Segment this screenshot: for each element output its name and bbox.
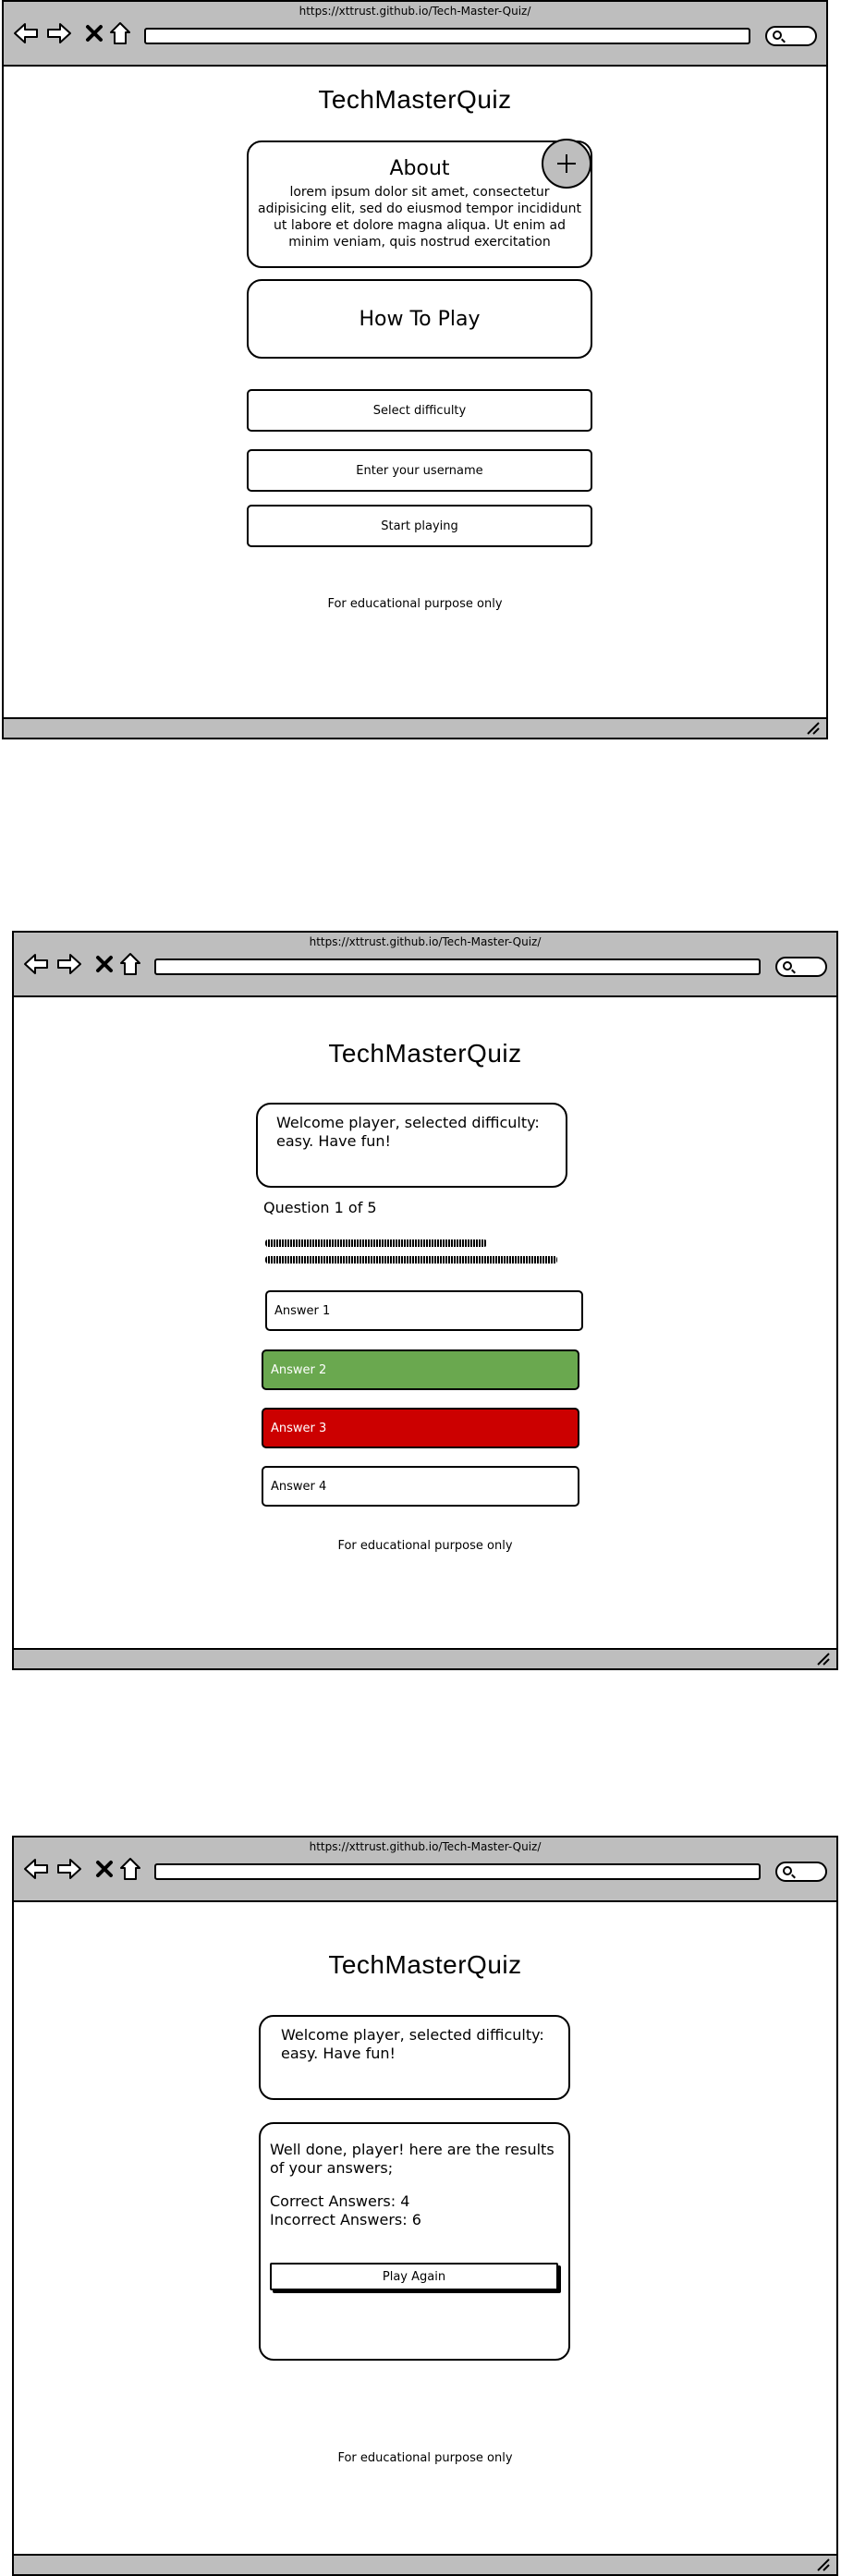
browser-window-quiz: https://xttrust.github.io/Tech-Master-Qu… (12, 931, 838, 1670)
browser-toolbar: https://xttrust.github.io/Tech-Master-Qu… (14, 1837, 836, 1902)
home-icon[interactable] (107, 20, 133, 46)
answer-option-4[interactable]: Answer 4 (262, 1466, 579, 1507)
results-card: Well done, player! here are the results … (259, 2122, 570, 2361)
address-bar[interactable] (144, 28, 750, 44)
results-intro: Well done, player! here are the results … (270, 2141, 555, 2177)
close-icon[interactable] (81, 20, 107, 46)
browser-search[interactable] (765, 26, 817, 46)
forward-arrow-icon[interactable] (46, 20, 72, 46)
about-card: About lorem ipsum dolor sit amet, consec… (247, 140, 592, 268)
resize-grip-icon[interactable] (816, 1653, 831, 1666)
correct-answers-count: Correct Answers: 4 (270, 2192, 410, 2210)
page-title: TechMasterQuiz (328, 1039, 522, 1068)
url-text: https://xttrust.github.io/Tech-Master-Qu… (299, 5, 531, 18)
search-icon (773, 31, 782, 40)
browser-statusbar (4, 717, 826, 738)
welcome-card: Welcome player, selected difficulty: eas… (256, 1103, 567, 1188)
search-icon (783, 1866, 792, 1875)
home-icon[interactable] (117, 1856, 143, 1882)
question-counter: Question 1 of 5 (263, 1199, 377, 1216)
about-text: lorem ipsum dolor sit amet, consectetur … (258, 185, 581, 250)
answer-option-1[interactable]: Answer 1 (265, 1290, 583, 1331)
browser-search[interactable] (775, 957, 827, 977)
close-icon[interactable] (91, 1856, 117, 1882)
start-playing-button[interactable]: Start playing (247, 505, 592, 547)
answer-option-2-correct[interactable]: Answer 2 (262, 1349, 579, 1390)
about-title: About (389, 157, 450, 180)
address-bar[interactable] (154, 958, 761, 975)
page-title: TechMasterQuiz (318, 85, 512, 114)
browser-toolbar: https://xttrust.github.io/Tech-Master-Qu… (4, 2, 826, 67)
page-title: TechMasterQuiz (328, 1950, 522, 1979)
plus-icon (557, 154, 576, 173)
browser-window-home: https://xttrust.github.io/Tech-Master-Qu… (2, 0, 828, 739)
welcome-text: Welcome player, selected difficulty: eas… (276, 1114, 540, 1150)
back-arrow-icon[interactable] (23, 951, 49, 977)
answer-option-3-wrong[interactable]: Answer 3 (262, 1408, 579, 1448)
forward-arrow-icon[interactable] (56, 951, 82, 977)
how-to-play-label: How To Play (359, 307, 481, 331)
back-arrow-icon[interactable] (13, 20, 39, 46)
welcome-text: Welcome player, selected difficulty: eas… (281, 2026, 544, 2062)
footer-text: For educational purpose only (337, 2451, 513, 2465)
home-icon[interactable] (117, 951, 143, 977)
incorrect-answers-count: Incorrect Answers: 6 (270, 2211, 421, 2228)
address-bar[interactable] (154, 1863, 761, 1880)
resize-grip-icon[interactable] (816, 2558, 831, 2571)
browser-window-results: https://xttrust.github.io/Tech-Master-Qu… (12, 1836, 838, 2576)
expand-about-button[interactable] (542, 139, 591, 189)
close-icon[interactable] (91, 951, 117, 977)
browser-search[interactable] (775, 1862, 827, 1882)
resize-grip-icon[interactable] (806, 722, 821, 735)
search-icon (783, 961, 792, 971)
footer-text: For educational purpose only (337, 1539, 513, 1553)
select-difficulty-dropdown[interactable]: Select difficulty (247, 389, 592, 432)
browser-statusbar (14, 1648, 836, 1668)
back-arrow-icon[interactable] (23, 1856, 49, 1882)
play-again-button[interactable]: Play Again (270, 2263, 558, 2290)
username-input[interactable]: Enter your username (247, 449, 592, 492)
how-to-play-card[interactable]: How To Play (247, 279, 592, 359)
forward-arrow-icon[interactable] (56, 1856, 82, 1882)
footer-text: For educational purpose only (327, 597, 503, 611)
browser-statusbar (14, 2554, 836, 2574)
question-text (265, 1239, 561, 1267)
welcome-card: Welcome player, selected difficulty: eas… (259, 2015, 570, 2100)
browser-toolbar: https://xttrust.github.io/Tech-Master-Qu… (14, 933, 836, 997)
url-text: https://xttrust.github.io/Tech-Master-Qu… (309, 935, 542, 948)
url-text: https://xttrust.github.io/Tech-Master-Qu… (309, 1840, 542, 1853)
